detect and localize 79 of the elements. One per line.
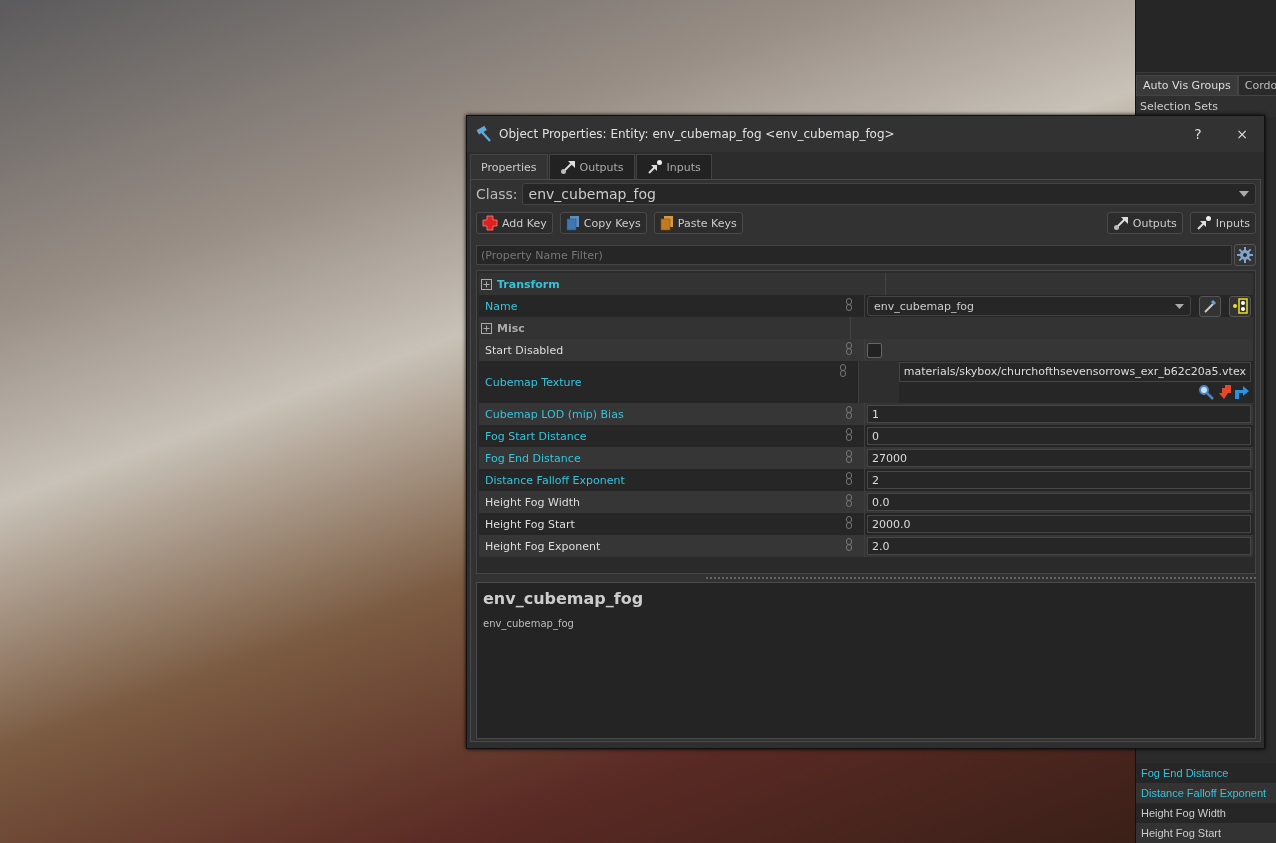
tab[interactable]: Inputs — [635, 154, 712, 179]
property-label: Distance Falloff Exponent — [1136, 783, 1276, 803]
property-label: Fog Start Distance — [485, 429, 587, 443]
panel-heading: Selection Sets — [1136, 95, 1276, 117]
group-header[interactable]: Transform — [497, 277, 560, 291]
filter-field[interactable]: (Property Name Filter) — [476, 245, 1232, 265]
settings-icon — [1237, 247, 1253, 263]
arrow-in-icon — [646, 159, 663, 175]
key-button[interactable]: Copy Keys — [559, 212, 647, 234]
help-button[interactable]: ? — [1176, 119, 1220, 149]
arrow-out-icon — [1112, 215, 1129, 231]
caret-icon — [1239, 191, 1249, 197]
caret-icon — [1175, 303, 1184, 309]
value-field[interactable]: 2 — [867, 471, 1251, 489]
class-dropdown[interactable]: env_cubemap_fog — [521, 183, 1256, 205]
value-field[interactable]: 1 — [867, 405, 1251, 423]
help-text: env_cubemap_fog — [483, 618, 575, 629]
property-label: Fog End Distance — [485, 451, 581, 465]
class-label: Class: — [476, 186, 518, 202]
tab[interactable]: Properties — [470, 154, 548, 179]
tab[interactable]: Auto Vis Groups — [1136, 75, 1238, 95]
open-button[interactable] — [1234, 384, 1251, 401]
key-button[interactable]: Add Key — [476, 212, 553, 234]
chain-link-icon — [846, 494, 852, 507]
chain-link-icon — [846, 472, 852, 485]
browse-button[interactable] — [1198, 384, 1215, 401]
value-field[interactable]: 27000 — [867, 449, 1251, 467]
property-label: Height Fog Width — [1136, 803, 1276, 823]
chain-link-icon — [846, 428, 852, 441]
tab[interactable]: Outputs — [548, 154, 635, 179]
value-field[interactable]: 0 — [867, 427, 1251, 445]
apply-button[interactable] — [1216, 384, 1233, 401]
property-label: Distance Falloff Exponent — [485, 473, 625, 487]
chain-link-icon — [846, 406, 852, 419]
arrow-in-icon — [1195, 215, 1212, 231]
expand-icon — [481, 278, 492, 290]
chain-link-icon — [846, 342, 852, 355]
plus-icon — [482, 215, 498, 231]
chain-link-icon — [839, 364, 846, 377]
key-button[interactable]: Paste Keys — [653, 212, 743, 234]
chain-link-icon — [846, 298, 852, 311]
help-title: env_cubemap_fog — [483, 589, 645, 608]
property-label: Name — [485, 299, 518, 313]
eyedropper-button[interactable] — [1199, 295, 1221, 317]
property-label: Height Fog Start — [485, 517, 575, 531]
property-label: Fog End Distance — [1136, 763, 1276, 783]
expand-icon — [481, 322, 492, 334]
property-label: Cubemap Texture — [485, 375, 582, 389]
magnifier-icon — [1198, 384, 1214, 400]
texture-path-field[interactable]: materials/skybox/churchofthsevensorrows_exr_b62c20a5.vtex — [898, 362, 1251, 382]
chain-link-icon — [846, 450, 852, 463]
value-field[interactable]: 0.0 — [867, 493, 1251, 511]
value-field[interactable]: 2.0 — [867, 537, 1251, 555]
window-title: Object Properties: Entity: env_cubemap_fog <env_cubemap_fog> — [499, 127, 896, 141]
property-label: Height Fog Start — [1136, 823, 1276, 843]
select-entity-button[interactable] — [1229, 295, 1251, 317]
chain-link-icon — [846, 516, 852, 529]
chain-link-icon — [846, 538, 852, 551]
document-icon — [659, 215, 674, 231]
name-dropdown[interactable]: env_cubemap_fog — [867, 296, 1191, 316]
property-label: Height Fog Width — [485, 495, 580, 509]
property-label: Height Fog Exponent — [485, 539, 601, 553]
eyedropper-icon — [1203, 299, 1217, 313]
arrow-out-icon — [559, 159, 576, 175]
tab[interactable]: Cordo — [1237, 75, 1276, 95]
property-label: Start Disabled — [485, 343, 564, 357]
target-entity-icon — [1232, 298, 1248, 314]
document-icon — [565, 215, 580, 231]
connection-button[interactable]: Inputs — [1189, 212, 1256, 234]
connection-button[interactable]: Outputs — [1106, 212, 1183, 234]
property-label: Cubemap LOD (mip) Bias — [485, 407, 624, 421]
settings-button[interactable] — [1234, 244, 1256, 266]
close-button[interactable]: × — [1220, 119, 1264, 149]
right-arrow-icon — [1234, 384, 1250, 400]
group-header[interactable]: Misc — [497, 321, 525, 335]
hammer-icon — [475, 125, 493, 143]
checkbox[interactable] — [867, 342, 882, 358]
value-field[interactable]: 2000.0 — [867, 515, 1251, 533]
down-arrow-icon — [1216, 384, 1232, 400]
